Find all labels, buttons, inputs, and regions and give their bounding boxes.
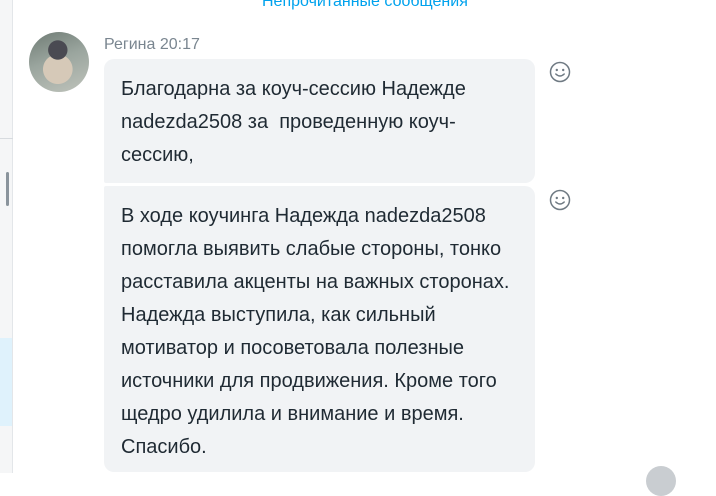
message-bubble[interactable]: Благодарна за коуч-сессию Надежде nadezd… bbox=[104, 59, 535, 183]
smiley-icon bbox=[549, 189, 571, 211]
message-time: 20:17 bbox=[159, 36, 200, 53]
message-text: Благодарна за коуч-сессию Надежде nadezd… bbox=[121, 78, 472, 166]
unread-messages-link[interactable]: Непрочитанные сообщения bbox=[262, 0, 468, 11]
message-bubble[interactable]: В ходе коучинга Надежда nadezda2508 помо… bbox=[104, 186, 535, 472]
add-reaction-button[interactable] bbox=[549, 61, 571, 83]
message-header: Регина 20:17 bbox=[104, 36, 200, 54]
panel-divider bbox=[0, 138, 13, 139]
sender-avatar[interactable] bbox=[29, 32, 89, 92]
smiley-icon bbox=[549, 61, 571, 83]
add-reaction-button[interactable] bbox=[549, 189, 571, 211]
sender-name: Регина bbox=[104, 36, 156, 53]
message-text: В ходе коучинга Надежда nadezda2508 помо… bbox=[121, 205, 516, 458]
selected-conversation-highlight[interactable] bbox=[0, 338, 12, 426]
user-avatar[interactable] bbox=[646, 466, 676, 496]
conversation-list-edge bbox=[0, 0, 13, 473]
scrollbar-thumb[interactable] bbox=[6, 172, 9, 206]
